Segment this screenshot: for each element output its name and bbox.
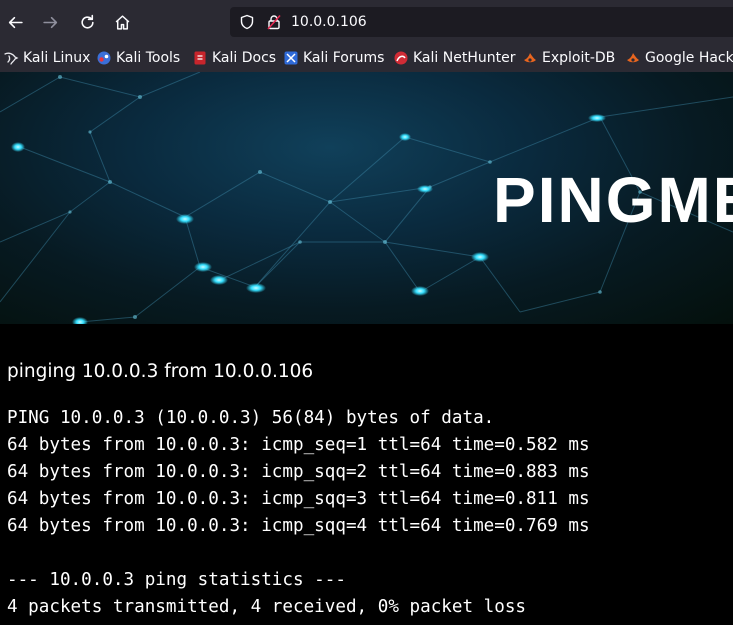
back-button[interactable] [2, 9, 28, 35]
bookmark-kali-tools[interactable]: Kali Tools [96, 49, 180, 67]
url-bar[interactable]: 10.0.0.106 [230, 7, 733, 37]
bookmark-google-hacking[interactable]: Google Hacking [625, 49, 733, 67]
ghdb-icon [627, 53, 639, 63]
bookmark-exploit-db[interactable]: Exploit-DB [522, 49, 615, 67]
kali-forums-icon [284, 51, 298, 65]
kali-tools-icon [97, 51, 111, 65]
exploit-db-icon [524, 53, 536, 63]
kali-dragon-icon [4, 52, 19, 65]
output-line: --- 10.0.0.3 ping statistics --- [7, 570, 346, 590]
url-text[interactable]: 10.0.0.106 [291, 13, 367, 31]
hero-title: PINGME [493, 164, 733, 236]
ping-output: PING 10.0.0.3 (10.0.0.3) 56(84) bytes of… [7, 405, 590, 621]
bookmark-kali-forums[interactable]: Kali Forums [283, 49, 384, 67]
output-line: 4 packets transmitted, 4 received, 0% pa… [7, 597, 527, 617]
shield-icon[interactable] [239, 14, 255, 30]
reload-button[interactable] [74, 9, 100, 35]
bookmark-kali-linux[interactable]: Kali Linux [3, 49, 90, 67]
output-line: 64 bytes from 10.0.0.3: icmp_seq=1 ttl=6… [7, 435, 590, 455]
bookmarks-bar: Kali Linux Kali Tools Kali Docs Kali For… [0, 44, 733, 72]
output-line: PING 10.0.0.3 (10.0.0.3) 56(84) bytes of… [7, 408, 495, 428]
kali-nethunter-icon [394, 51, 408, 65]
arrow-left-icon [8, 16, 23, 28]
kali-docs-icon [194, 51, 206, 65]
output-line-blank [7, 540, 590, 567]
insecure-lock-icon[interactable] [266, 14, 282, 30]
hero-banner: PINGME [0, 72, 733, 324]
ping-heading: pinging 10.0.0.3 from 10.0.0.106 [7, 361, 314, 382]
output-line: 64 bytes from 10.0.0.3: icmp_sqq=2 ttl=6… [7, 462, 590, 482]
home-icon [115, 14, 129, 30]
bookmark-kali-docs[interactable]: Kali Docs [192, 49, 276, 67]
forward-button[interactable] [37, 9, 63, 35]
home-button[interactable] [109, 9, 135, 35]
output-line: 64 bytes from 10.0.0.3: icmp_sqq=4 ttl=6… [7, 516, 590, 536]
browser-toolbar: 10.0.0.106 [0, 0, 733, 44]
reload-icon [80, 14, 94, 29]
bookmark-kali-nethunter[interactable]: Kali NetHunter [393, 49, 515, 67]
arrow-right-icon [42, 16, 57, 28]
output-line: 64 bytes from 10.0.0.3: icmp_sqq=3 ttl=6… [7, 489, 590, 509]
